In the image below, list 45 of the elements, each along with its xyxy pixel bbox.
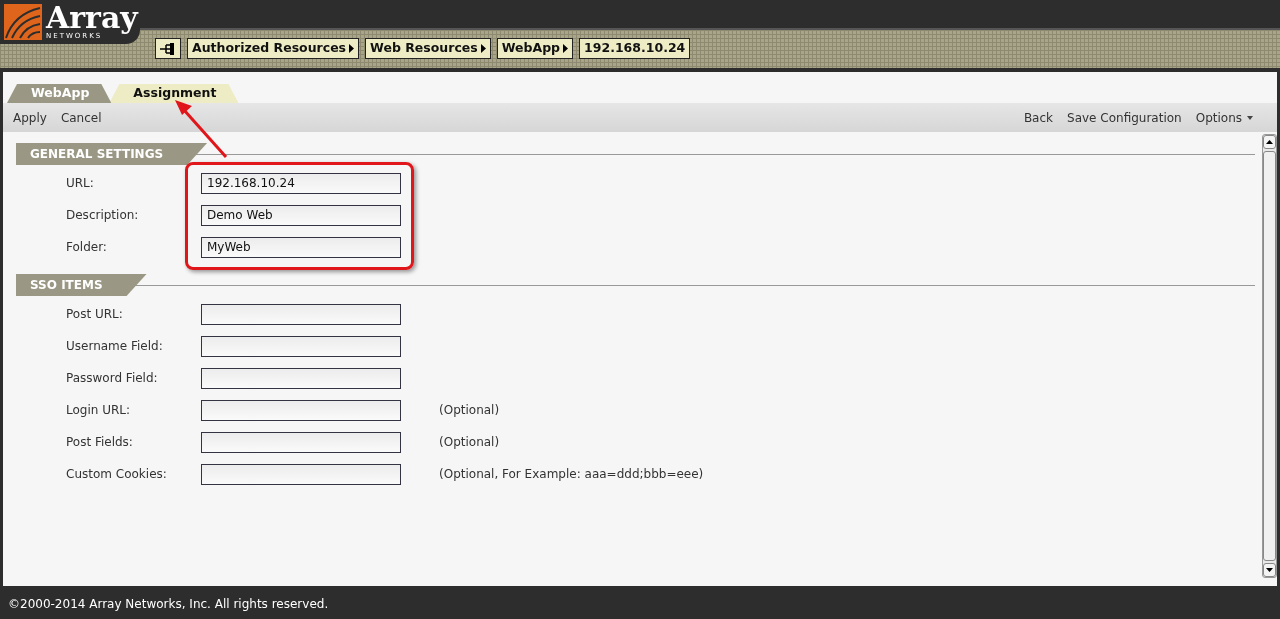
section-header: GENERAL SETTINGS: [16, 143, 208, 165]
breadcrumb-item[interactable]: Authorized Resources: [187, 38, 360, 59]
field-label: Login URL:: [65, 402, 132, 419]
field-label: Password Field:: [65, 370, 159, 387]
input-field[interactable]: 192.168.10.24: [201, 172, 401, 194]
logo-icon: [4, 4, 42, 40]
tab[interactable]: Assignment: [109, 84, 239, 103]
field-label: Folder:: [65, 239, 108, 256]
toolbar-link[interactable]: Cancel: [60, 108, 102, 127]
input-field[interactable]: [201, 463, 401, 485]
input-field[interactable]: [201, 431, 401, 453]
scroll-down-button[interactable]: [1263, 563, 1276, 577]
hierarchy-button[interactable]: [155, 38, 181, 59]
input-field[interactable]: [201, 303, 401, 325]
scroll-up-button[interactable]: [1263, 135, 1276, 149]
logo-text: Array: [46, 4, 138, 32]
annotation-arrow: [174, 99, 230, 159]
field-label: URL:: [65, 175, 95, 192]
breadcrumb-item[interactable]: 192.168.10.24: [579, 38, 691, 59]
scrollbar[interactable]: [1262, 134, 1277, 578]
field-label: Post URL:: [65, 306, 124, 323]
field-label: Custom Cookies:: [65, 466, 168, 483]
input-field[interactable]: MyWeb: [201, 236, 401, 258]
input-field[interactable]: [201, 367, 401, 389]
scroll-thumb[interactable]: [1263, 151, 1276, 561]
hint-text: (Optional): [439, 402, 500, 419]
section-header: SSO ITEMS: [16, 274, 147, 296]
input-field[interactable]: [201, 335, 401, 357]
input-field[interactable]: [201, 399, 401, 421]
breadcrumb-item[interactable]: Web Resources: [365, 38, 491, 59]
field-label: Username Field:: [65, 338, 164, 355]
input-field[interactable]: Demo Web: [201, 204, 401, 226]
toolbar-link[interactable]: Back: [1023, 108, 1054, 127]
toolbar-link[interactable]: Options: [1195, 108, 1253, 127]
hierarchy-icon: [160, 42, 176, 55]
hint-text: (Optional): [439, 434, 500, 451]
up-arrow-icon: [1266, 140, 1273, 144]
toolbar-link[interactable]: Apply: [13, 108, 47, 127]
field-label: Post Fields:: [65, 434, 134, 451]
breadcrumb-item[interactable]: WebApp: [496, 38, 574, 59]
hint-text: (Optional, For Example: aaa=ddd;bbb=eee): [439, 466, 704, 483]
copyright-text: ©2000-2014 Array Networks, Inc. All rights reserved.: [7, 595, 330, 613]
toolbar-link[interactable]: Save Configuration: [1067, 108, 1182, 127]
field-label: Description:: [65, 207, 140, 224]
down-arrow-icon: [1266, 568, 1273, 572]
